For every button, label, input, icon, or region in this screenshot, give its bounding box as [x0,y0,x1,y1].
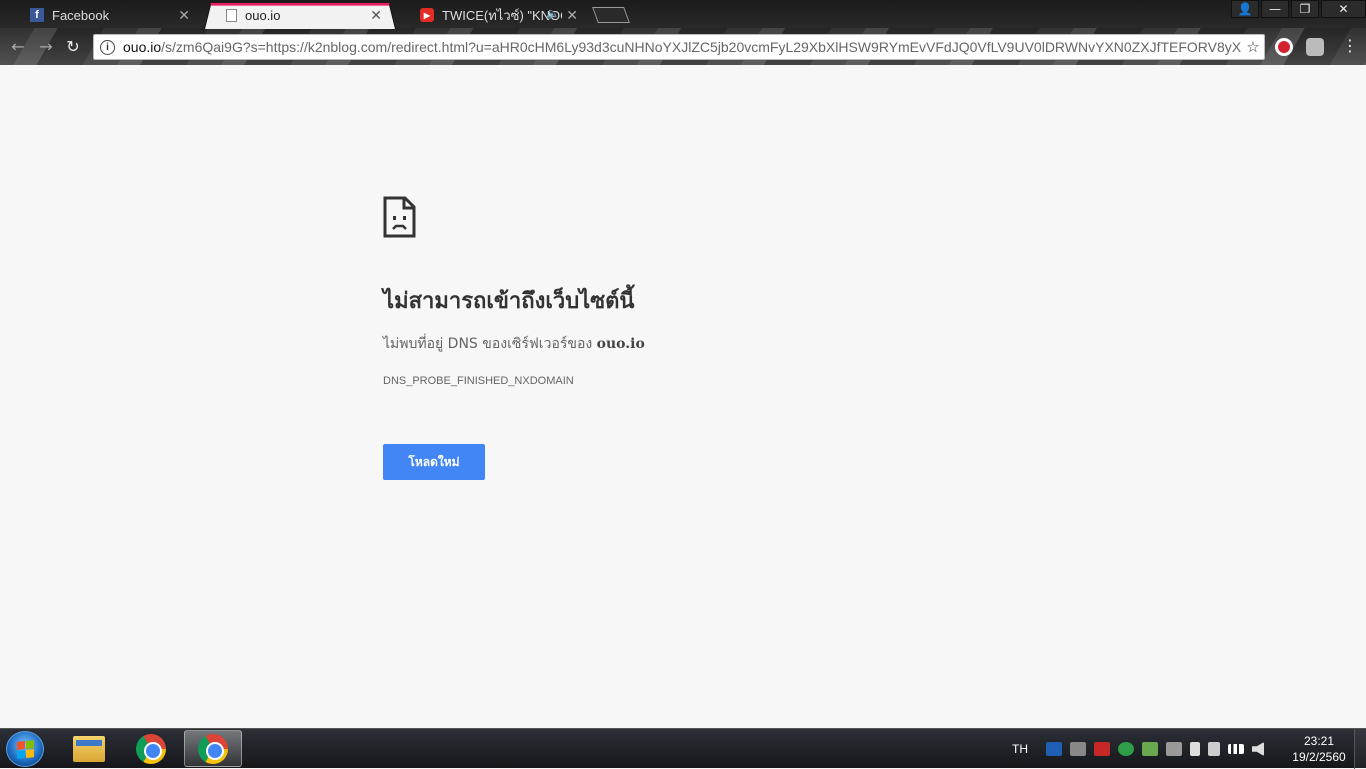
tab-facebook[interactable]: f Facebook ✕ [8,1,204,29]
browser-chrome: f Facebook ✕ ouo.io ✕ ▶ TWICE(ทไวซ์) "KN… [0,0,1366,65]
page-icon [226,8,237,22]
new-tab-button[interactable] [592,7,630,23]
address-text[interactable]: ouo.io/s/zm6Qai9G?s=https://k2nblog.com/… [123,39,1242,55]
windows-flag-icon [17,740,34,759]
chrome-icon [198,733,228,764]
minimize-icon[interactable]: — [1261,0,1289,18]
malwarebytes-icon[interactable] [1046,742,1062,756]
user-icon[interactable]: 👤 [1231,0,1259,18]
reload-button[interactable]: โหลดใหม่ [383,444,485,480]
update-icon[interactable] [1118,742,1134,756]
tab-title: TWICE(ทไวซ์) "KNOCK [442,7,562,23]
extension-icon[interactable] [1306,38,1324,56]
tab-title: Facebook [52,7,110,23]
tab-ouo[interactable]: ouo.io ✕ [204,1,396,29]
menu-icon[interactable]: ⋮ [1342,36,1358,55]
system-tray: TH [1012,729,1272,769]
error-description: ไม่พบที่อยู่ DNS ของเซิร์ฟเวอร์ของ ouo.i… [383,333,645,355]
restore-icon[interactable]: ❐ [1291,0,1319,18]
error-page: ไม่สามารถเข้าถึงเว็บไซต์นี้ ไม่พบที่อยู่… [0,65,1366,728]
network-device-icon[interactable] [1166,742,1182,756]
language-indicator[interactable]: TH [1012,742,1028,756]
folder-icon [73,735,105,762]
taskbar-chrome-pinned[interactable] [122,730,180,767]
download-icon[interactable] [1142,742,1158,756]
youtube-icon: ▶ [420,8,434,22]
error-title: ไม่สามารถเข้าถึงเว็บไซต์นี้ [383,289,635,314]
forward-arrow-icon[interactable]: → [36,36,56,56]
start-button[interactable] [6,731,44,767]
error-description-text: ไม่พบที่อยู่ DNS ของเซิร์ฟเวอร์ของ [383,336,593,352]
usb-icon[interactable] [1208,742,1220,756]
signal-icon[interactable] [1228,744,1244,754]
tab-youtube[interactable]: ▶ TWICE(ทไวซ์) "KNOCK 🔈 ✕ [398,1,592,29]
opera-extension-icon[interactable] [1275,38,1293,56]
volume-icon[interactable] [1252,742,1264,756]
address-host: ouo.io [123,39,162,55]
address-bar[interactable]: i ouo.io/s/zm6Qai9G?s=https://k2nblog.co… [93,34,1265,60]
close-icon[interactable]: ✕ [370,7,382,24]
show-desktop-button[interactable] [1354,729,1366,769]
toolbar: ← → ↻ i ouo.io/s/zm6Qai9G?s=https://k2nb… [0,32,1366,62]
address-path: /s/zm6Qai9G?s=https://k2nblog.com/redire… [161,39,1242,55]
chrome-icon [136,733,166,764]
tab-strip: f Facebook ✕ ouo.io ✕ ▶ TWICE(ทไวซ์) "KN… [0,0,1366,29]
printer-icon[interactable] [1070,742,1086,756]
error-code: DNS_PROBE_FINISHED_NXDOMAIN [383,375,574,387]
reload-icon[interactable]: ↻ [63,36,83,56]
bookmark-star-icon[interactable]: ☆ [1242,38,1264,56]
info-icon[interactable]: i [100,39,115,55]
error-host: ouo.io [596,336,645,352]
sad-page-icon [383,196,416,238]
back-arrow-icon[interactable]: ← [8,36,28,56]
clock[interactable]: 23:21 19/2/2560 [1288,733,1350,765]
taskbar-chrome-active[interactable] [184,730,242,767]
security-alert-icon[interactable] [1094,742,1110,756]
tab-title: ouo.io [245,7,281,23]
window-controls: 👤 — ❐ ✕ [1229,0,1366,20]
clock-time: 23:21 [1303,734,1335,748]
taskbar-explorer[interactable] [60,730,118,767]
facebook-icon: f [30,8,44,22]
action-center-flag-icon[interactable] [1190,742,1200,756]
close-icon[interactable]: ✕ [1321,0,1366,18]
taskbar: TH 23:21 19/2/2560 [0,728,1366,769]
close-icon[interactable]: ✕ [566,7,578,24]
close-icon[interactable]: ✕ [178,7,190,24]
speaker-icon[interactable]: 🔈 [546,7,560,20]
clock-date: 19/2/2560 [1292,750,1346,764]
